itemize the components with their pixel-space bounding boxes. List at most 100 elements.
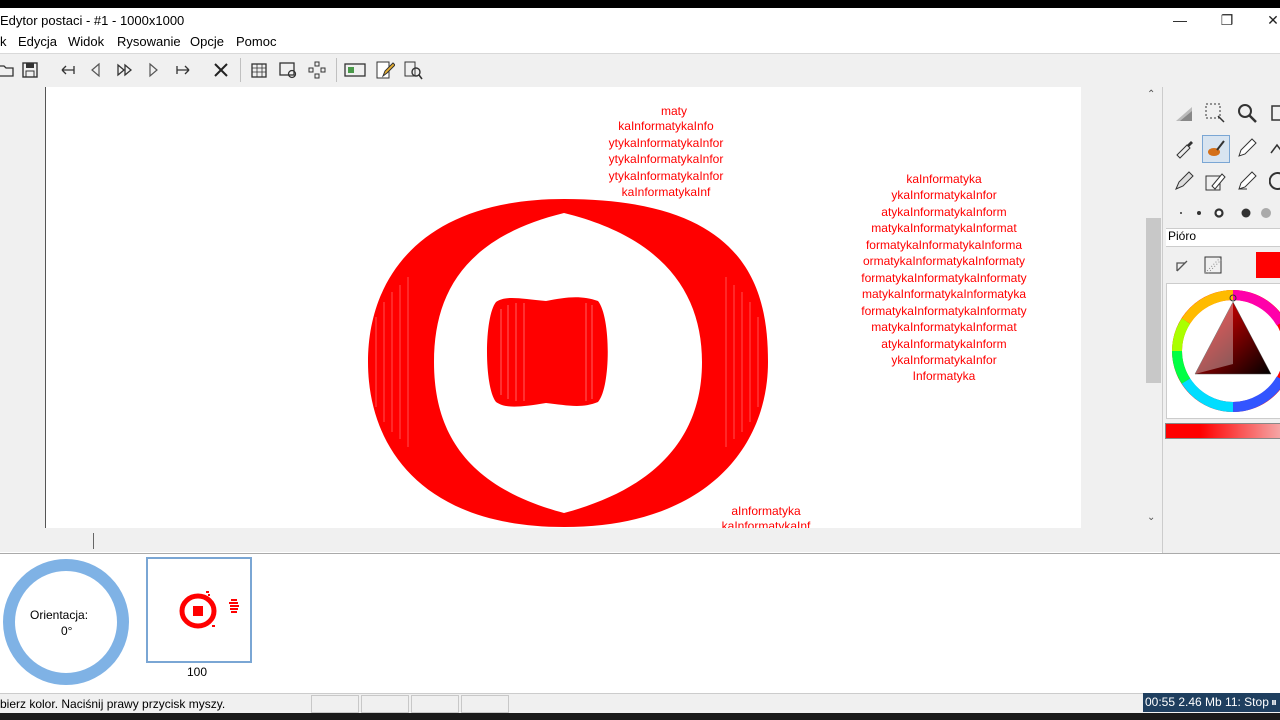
marker-tool-icon[interactable]	[1171, 168, 1197, 194]
color-wheel[interactable]	[1167, 284, 1280, 418]
recording-status: 00:55 2.46 Mb 11: Stop ⏸	[1143, 693, 1280, 712]
first-frame-icon[interactable]	[56, 58, 80, 82]
pause-icon[interactable]: ⏸	[1271, 693, 1277, 712]
fast-forward-icon[interactable]	[113, 58, 137, 82]
move-icon[interactable]	[305, 58, 329, 82]
line-tool-icon[interactable]	[1264, 135, 1280, 161]
preview-icon[interactable]	[276, 58, 300, 82]
right-text-line: matykaInformatykaInformat	[871, 221, 1017, 235]
next-frame-icon[interactable]	[141, 58, 165, 82]
red-cylinder-shape	[487, 297, 608, 407]
pattern-icon[interactable]	[1200, 252, 1226, 278]
status-hint: bierz kolor. Naciśnij prawy przycisk mys…	[0, 697, 226, 711]
canvas-left-margin	[0, 87, 45, 528]
frame-thumbnail[interactable]	[146, 557, 252, 663]
color-wheel-panel	[1166, 283, 1280, 419]
frame-icon[interactable]	[343, 58, 367, 82]
grid-icon[interactable]	[247, 58, 271, 82]
splitter-handle[interactable]	[93, 533, 94, 549]
menu-options[interactable]: Opcje	[190, 34, 224, 49]
scroll-up-icon[interactable]: ⌃	[1147, 89, 1155, 100]
right-text-line: formatykaInformatykaInforma	[866, 238, 1022, 252]
menu-draw[interactable]: Rysowanie	[117, 34, 181, 49]
fill-pencil-icon[interactable]	[1202, 168, 1228, 194]
canvas-tool-icon[interactable]	[1264, 100, 1280, 126]
menu-edit[interactable]: Edycja	[18, 34, 57, 49]
right-text-line: atykaInformatykaInform	[881, 205, 1006, 219]
close-button[interactable]: ✕	[1258, 10, 1280, 30]
status-cell	[311, 695, 359, 713]
brush-size-4[interactable]	[1241, 208, 1251, 218]
brush-size-2[interactable]	[1197, 211, 1201, 215]
upper-text-line: ytykaInformatykaInfor	[609, 136, 724, 150]
frame-duration: 100	[187, 665, 208, 679]
upper-text-line: kaInformatykaInfo	[618, 119, 714, 133]
upper-text-blob: maty kaInformatykaInfo ytykaInformatykaI…	[609, 104, 724, 199]
canvas-right-margin	[1081, 87, 1145, 528]
current-color-swatch[interactable]	[1256, 252, 1280, 278]
recording-status-text: 00:55 2.46 Mb 11: Stop	[1145, 695, 1269, 709]
swap-icon[interactable]	[1170, 252, 1196, 278]
upper-text-line: kaInformatykaInf	[622, 185, 711, 199]
brush-size-5[interactable]	[1261, 208, 1271, 218]
upper-text-line: maty	[661, 104, 687, 118]
pencil-tool-icon[interactable]	[1234, 135, 1260, 161]
inspect-icon[interactable]	[401, 58, 425, 82]
right-text-line: ykaInformatykaInfor	[891, 353, 996, 367]
right-text-line: ormatykaInformatykaInformaty	[863, 254, 1025, 268]
right-text-line: Informatyka	[913, 369, 976, 383]
right-text-line: matykaInformatykaInformat	[871, 320, 1017, 334]
brush-tool-icon[interactable]	[1202, 135, 1230, 163]
canvas-drawing: maty kaInformatykaInfo ytykaInformatykaI…	[368, 104, 1027, 528]
menu-help[interactable]: Pomoc	[236, 34, 276, 49]
select-rect-icon[interactable]	[1202, 100, 1228, 126]
right-text-line: kaInformatyka	[906, 172, 982, 186]
minimize-button[interactable]: —	[1165, 10, 1195, 30]
brush-size-1[interactable]	[1180, 212, 1182, 214]
restore-button[interactable]: ❐	[1212, 10, 1242, 30]
tool-name-label: Pióro	[1168, 229, 1197, 243]
orientation-value: 0°	[61, 624, 73, 638]
right-text-line: atykaInformatykaInform	[881, 337, 1006, 351]
orientation-label: Orientacja:	[30, 608, 89, 622]
window-title: Edytor postaci - #1 - 1000x1000	[0, 13, 185, 28]
zoom-icon[interactable]	[1234, 100, 1260, 126]
bottom-text-line: kaInformatykaInf	[722, 519, 811, 528]
upper-text-line: ytykaInformatykaInfor	[609, 152, 724, 166]
frame-preview	[179, 591, 239, 629]
toolbar-separator	[240, 58, 241, 82]
title-bar	[0, 8, 1280, 32]
menu-view[interactable]: Widok	[68, 34, 104, 49]
toolbar-separator-2	[336, 58, 337, 82]
delete-icon[interactable]	[209, 58, 233, 82]
save-icon[interactable]	[18, 58, 42, 82]
upper-text-line: ytykaInformatykaInfor	[609, 169, 724, 183]
horizontal-scroll-area[interactable]	[0, 528, 1162, 552]
right-text-line: formatykaInformatykaInformaty	[861, 271, 1026, 285]
right-text-line: formatykaInformatykaInformaty	[861, 304, 1026, 318]
open-icon[interactable]	[0, 58, 18, 82]
status-cell	[361, 695, 409, 713]
eyedropper-icon[interactable]	[1171, 135, 1197, 161]
alpha-slider[interactable]	[1165, 423, 1280, 439]
scrollbar-thumb[interactable]	[1146, 218, 1161, 383]
menu-file[interactable]: k	[0, 34, 7, 49]
right-text-blob: kaInformatyka ykaInformatykaInfor atykaI…	[861, 172, 1026, 383]
ellipse-tool-icon[interactable]	[1264, 168, 1280, 194]
bottom-text-line: aInformatyka	[731, 504, 801, 518]
calligraphy-icon[interactable]	[1234, 168, 1260, 194]
right-text-line: ykaInformatykaInfor	[891, 188, 996, 202]
scroll-down-icon[interactable]: ⌄	[1147, 512, 1155, 523]
last-frame-icon[interactable]	[171, 58, 195, 82]
brush-size-row	[1176, 205, 1276, 221]
screen-bottom-edge	[0, 713, 1280, 720]
pencil-edit-icon[interactable]	[373, 58, 397, 82]
status-cell	[411, 695, 459, 713]
right-text-line: matykaInformatykaInformatyka	[862, 287, 1026, 301]
brush-size-3[interactable]	[1214, 208, 1224, 218]
orientation-dial[interactable]	[2, 558, 130, 686]
drawing-canvas[interactable]: maty kaInformatykaInfo ytykaInformatykaI…	[45, 87, 1082, 528]
prev-frame-icon[interactable]	[84, 58, 108, 82]
screen-top-edge	[0, 0, 1280, 8]
gradient-tool-icon[interactable]	[1171, 100, 1197, 126]
